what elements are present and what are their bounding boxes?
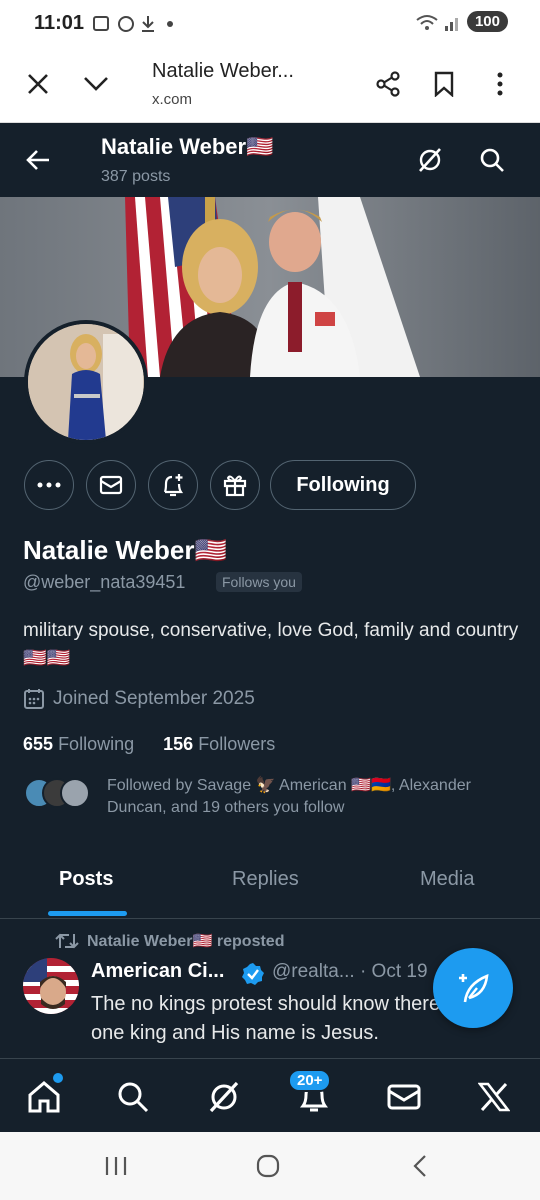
profile-avatar[interactable] bbox=[24, 320, 148, 444]
joined-date: Joined September 2025 bbox=[23, 688, 255, 710]
android-navigation-bar bbox=[0, 1132, 540, 1200]
follower-avatar bbox=[60, 778, 90, 808]
joined-text: Joined September 2025 bbox=[53, 688, 255, 709]
bookmark-icon[interactable] bbox=[426, 66, 462, 102]
chevron-down-icon[interactable] bbox=[78, 66, 114, 102]
browser-page-title: Natalie Weber... bbox=[152, 60, 294, 82]
compose-post-button[interactable] bbox=[433, 948, 513, 1028]
home-icon[interactable] bbox=[24, 1077, 64, 1117]
divider bbox=[0, 918, 540, 919]
status-bar: 11:01 100 bbox=[0, 0, 540, 46]
more-options-button[interactable] bbox=[24, 460, 74, 510]
post-author-avatar[interactable] bbox=[23, 958, 79, 1014]
notify-button[interactable] bbox=[148, 460, 198, 510]
search-icon[interactable] bbox=[474, 142, 510, 178]
close-icon[interactable] bbox=[20, 66, 56, 102]
post-author-name[interactable]: American Ci... bbox=[91, 960, 224, 983]
x-logo-icon[interactable] bbox=[474, 1077, 514, 1117]
back-icon[interactable] bbox=[400, 1146, 440, 1186]
home-new-indicator bbox=[53, 1073, 63, 1083]
following-button[interactable]: Following bbox=[270, 460, 416, 510]
search-icon[interactable] bbox=[113, 1077, 153, 1117]
followed-by-text[interactable]: Followed by Savage 🦅 American 🇺🇸🇦🇲, Alex… bbox=[107, 775, 527, 819]
feather-plus-icon bbox=[459, 973, 489, 1003]
back-arrow-icon[interactable] bbox=[20, 142, 56, 178]
gift-button[interactable] bbox=[210, 460, 260, 510]
header-name: Natalie Weber🇺🇸 bbox=[101, 134, 274, 159]
header-post-count: 387 posts bbox=[101, 168, 171, 185]
following-stat[interactable]: 655 Following bbox=[23, 734, 134, 754]
profile-header: Natalie Weber🇺🇸 387 posts bbox=[0, 124, 540, 197]
repost-text: Natalie Weber🇺🇸 reposted bbox=[87, 933, 285, 950]
home-circle-icon[interactable] bbox=[248, 1146, 288, 1186]
calendar-icon bbox=[24, 689, 44, 709]
mail-icon bbox=[99, 475, 123, 495]
repost-indicator: Natalie Weber🇺🇸 reposted bbox=[55, 931, 284, 951]
profile-handle: @weber_nata39451 bbox=[23, 572, 186, 592]
profile-bio: military spouse, conservative, love God,… bbox=[23, 620, 519, 669]
share-icon[interactable] bbox=[370, 66, 406, 102]
bottom-navigation: 20+ bbox=[0, 1058, 540, 1133]
tab-media[interactable]: Media bbox=[420, 868, 474, 891]
gift-icon bbox=[223, 475, 247, 497]
mail-icon[interactable] bbox=[384, 1077, 424, 1117]
browser-toolbar: Natalie Weber... x.com bbox=[0, 46, 540, 123]
grok-icon[interactable] bbox=[412, 142, 448, 178]
active-tab-indicator bbox=[48, 911, 127, 916]
status-time: 11:01 bbox=[34, 12, 85, 34]
repost-icon bbox=[55, 933, 79, 949]
post-author-handle: @realta... bbox=[272, 961, 355, 982]
tab-posts[interactable]: Posts bbox=[59, 868, 113, 891]
follow-stats: 655 Following 156 Followers bbox=[23, 734, 275, 755]
status-right: 100 bbox=[415, 11, 508, 32]
follows-you-badge: Follows you bbox=[216, 572, 302, 592]
notification-badge: 20+ bbox=[288, 1069, 332, 1092]
tab-replies[interactable]: Replies bbox=[232, 868, 299, 891]
status-notification-icons bbox=[90, 12, 200, 37]
post-meta: @realta... · Oct 19 bbox=[272, 961, 428, 983]
profile-name: Natalie Weber🇺🇸 bbox=[23, 535, 227, 565]
bell-plus-icon bbox=[163, 474, 184, 497]
recent-apps-icon[interactable] bbox=[96, 1146, 136, 1186]
verified-badge-icon bbox=[242, 963, 264, 985]
grok-icon[interactable] bbox=[204, 1077, 244, 1117]
post-date: · Oct 19 bbox=[359, 961, 428, 982]
message-button[interactable] bbox=[86, 460, 136, 510]
more-vertical-icon[interactable] bbox=[482, 66, 518, 102]
battery-indicator: 100 bbox=[466, 11, 508, 32]
browser-url[interactable]: x.com bbox=[152, 91, 192, 108]
followers-stat[interactable]: 156 Followers bbox=[163, 734, 275, 754]
wifi-icon bbox=[416, 14, 458, 31]
more-horizontal-icon bbox=[37, 482, 61, 488]
